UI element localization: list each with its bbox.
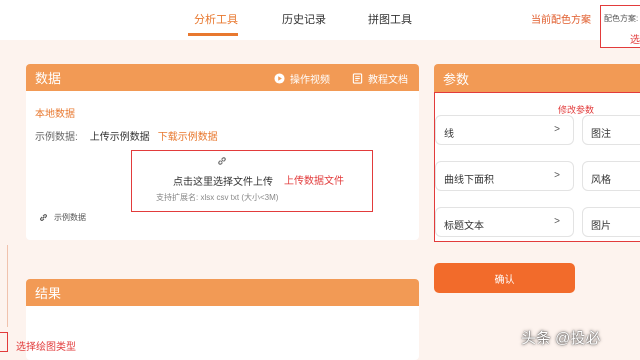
result-panel-title: 结果 — [35, 286, 62, 301]
tab-history[interactable]: 历史记录 — [282, 11, 326, 27]
left-divider — [7, 245, 8, 327]
param-auc-label: 曲线下面积 — [444, 175, 494, 186]
confirm-button[interactable]: 确认 — [434, 263, 575, 293]
watermark: 头条 @投必 — [521, 330, 601, 347]
param-auc-button[interactable]: 曲线下面积 > — [435, 161, 574, 191]
data-panel: 数据 操作视频 教程文档 本地数据 示例数据: 上传示例数据 下载示例数据 点击这里… — [26, 64, 419, 240]
tutorial-docs-button[interactable]: 教程文档 — [352, 71, 408, 86]
param-line-label: 线 — [444, 129, 454, 140]
example-data-label: 示例数据: — [35, 132, 78, 143]
data-panel-title: 数据 — [35, 71, 62, 86]
download-example-link[interactable]: 下载示例数据 — [158, 132, 218, 143]
operation-video-label: 操作视频 — [290, 75, 330, 86]
chevron-right-icon: > — [554, 170, 560, 181]
params-panel: 参数 — [434, 64, 640, 92]
params-panel-header: 参数 — [434, 64, 640, 92]
tutorial-docs-label: 教程文档 — [368, 75, 408, 86]
color-scheme-select-hint: 选 — [630, 35, 640, 46]
play-icon — [274, 73, 285, 84]
color-scheme-label: 配色方案: — [604, 14, 639, 23]
param-title-text-label: 标题文本 — [444, 221, 484, 232]
top-nav: 分析工具 历史记录 拼图工具 当前配色方案 — [0, 0, 640, 40]
chart-type-selector[interactable] — [0, 332, 8, 352]
operation-video-button[interactable]: 操作视频 — [274, 71, 330, 86]
chevron-right-icon: > — [554, 216, 560, 227]
file-upload-area[interactable]: 点击这里选择文件上传 上传数据文件 支持扩展名: xlsx csv txt (大… — [131, 150, 373, 212]
params-panel-title: 参数 — [443, 71, 470, 87]
upload-example-link[interactable]: 上传示例数据 — [90, 132, 150, 143]
result-panel: 结果 — [26, 279, 419, 360]
param-image-label: 图片 — [591, 221, 611, 232]
chevron-right-icon: > — [554, 124, 560, 135]
link-icon — [218, 157, 226, 165]
param-legend-button[interactable]: 图注 — [582, 115, 640, 145]
example-data-text: 示例数据 — [54, 213, 86, 222]
upload-annotation: 上传数据文件 — [284, 176, 344, 187]
param-line-button[interactable]: 线 > — [435, 115, 574, 145]
example-data-link[interactable]: 示例数据 — [39, 212, 86, 223]
param-style-button[interactable]: 风格 — [582, 161, 640, 191]
choose-chart-type-annotation: 选择绘图类型 — [16, 342, 76, 353]
tab-analysis-tools[interactable]: 分析工具 — [194, 11, 238, 27]
upload-hint: 支持扩展名: xlsx csv txt (大小<3M) — [156, 193, 279, 202]
tab-puzzle-tools[interactable]: 拼图工具 — [368, 11, 412, 27]
link-icon — [40, 214, 47, 221]
example-data-row: 示例数据: 上传示例数据 下载示例数据 — [35, 128, 218, 143]
document-icon — [352, 73, 363, 84]
param-legend-label: 图注 — [591, 129, 611, 140]
upload-prompt: 点击这里选择文件上传 — [173, 177, 273, 188]
color-scheme-dropdown[interactable]: 配色方案: 选 — [600, 5, 640, 48]
param-style-label: 风格 — [591, 175, 611, 186]
active-tab-indicator — [188, 33, 238, 36]
param-image-button[interactable]: 图片 — [582, 207, 640, 237]
local-data-tab[interactable]: 本地数据 — [35, 105, 75, 120]
result-panel-header: 结果 — [26, 279, 419, 306]
param-title-text-button[interactable]: 标题文本 > — [435, 207, 574, 237]
current-color-scheme-link[interactable]: 当前配色方案 — [531, 11, 591, 26]
